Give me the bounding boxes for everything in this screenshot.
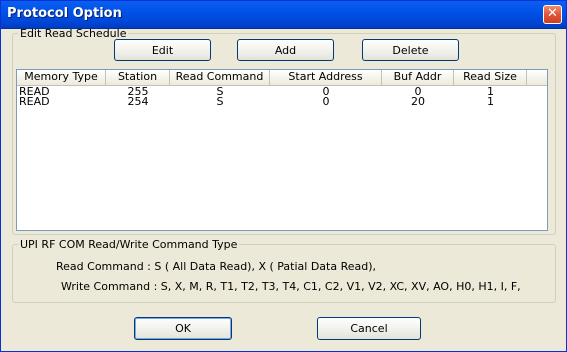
column-header-filler xyxy=(527,70,547,85)
column-header-station[interactable]: Station xyxy=(106,70,170,85)
write-command-info: Write Command : S, X, M, R, T1, T2, T3, … xyxy=(61,280,521,293)
edit-read-schedule-legend: Edit Read Schedule xyxy=(20,27,127,40)
column-header-read-command[interactable]: Read Command xyxy=(170,70,270,85)
title-bar[interactable]: Protocol Option ✕ xyxy=(1,1,566,29)
protocol-option-dialog: Protocol Option ✕ Edit Read Schedule Edi… xyxy=(0,0,567,352)
ok-button[interactable]: OK xyxy=(134,317,232,340)
edit-button[interactable]: Edit xyxy=(114,39,211,61)
column-header-buf-addr[interactable]: Buf Addr xyxy=(382,70,454,85)
add-button[interactable]: Add xyxy=(237,39,334,61)
cell-read-command: S xyxy=(216,95,224,108)
dialog-title: Protocol Option xyxy=(7,6,122,21)
close-icon[interactable]: ✕ xyxy=(543,5,562,24)
table-row[interactable]: READ 254 S 0 20 1 xyxy=(17,96,547,107)
command-type-legend: UPI RF COM Read/Write Command Type xyxy=(20,238,238,251)
read-schedule-list[interactable]: Memory Type Station Read Command Start A… xyxy=(16,69,548,231)
column-header-read-size[interactable]: Read Size xyxy=(454,70,527,85)
cell-read-size: 1 xyxy=(487,95,494,108)
cell-buf-addr: 20 xyxy=(411,95,425,108)
cell-memory-type: READ xyxy=(19,95,50,108)
column-header-start-address[interactable]: Start Address xyxy=(270,70,382,85)
read-command-info: Read Command : S ( All Data Read), X ( P… xyxy=(56,260,377,273)
cell-station: 254 xyxy=(127,95,149,108)
cancel-button[interactable]: Cancel xyxy=(317,317,421,340)
column-header-memory-type[interactable]: Memory Type xyxy=(17,70,106,85)
delete-button[interactable]: Delete xyxy=(362,39,459,61)
cell-start-address: 0 xyxy=(322,95,330,108)
list-header: Memory Type Station Read Command Start A… xyxy=(17,70,547,86)
